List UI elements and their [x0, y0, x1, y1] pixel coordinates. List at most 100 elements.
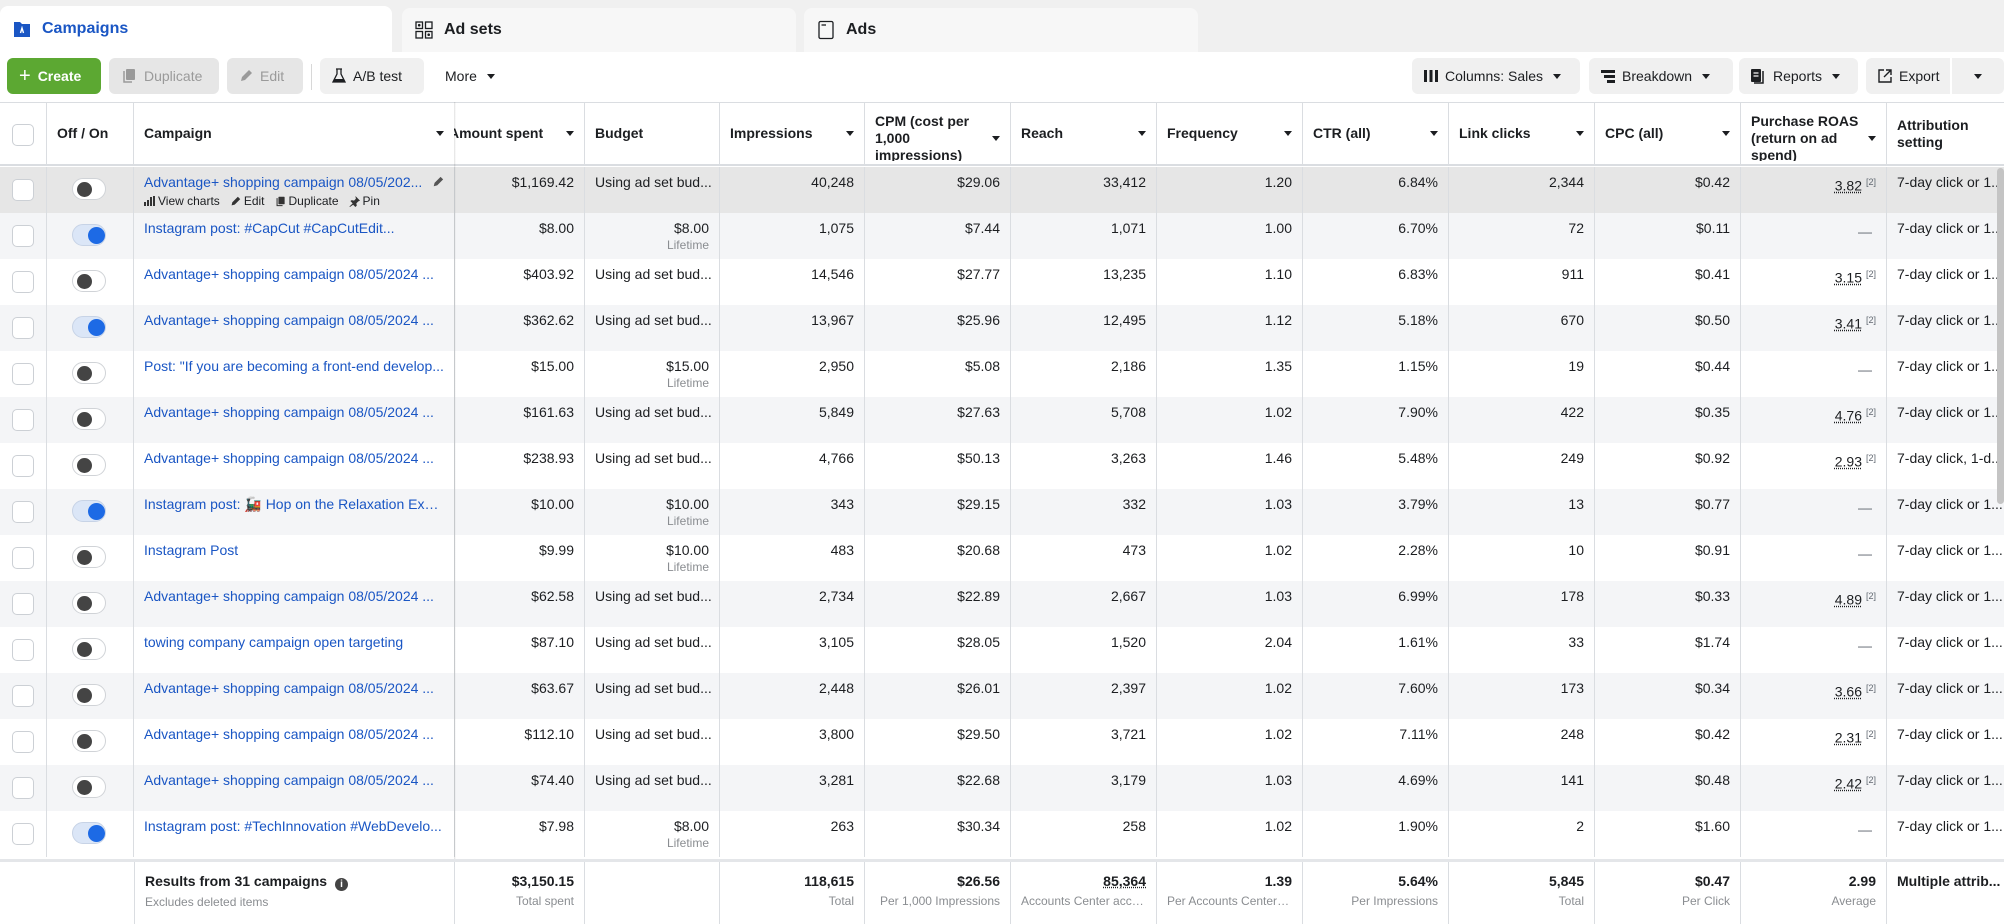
header-frequency[interactable]: Frequency	[1157, 103, 1303, 164]
info-icon[interactable]: i	[334, 878, 348, 891]
campaign-on-off-toggle[interactable]	[72, 592, 106, 614]
roas-value[interactable]: —	[1858, 224, 1872, 240]
campaign-name-link[interactable]: Advantage+ shopping campaign 08/05/202..…	[144, 173, 426, 191]
roas-value[interactable]: —	[1858, 362, 1872, 378]
campaign-name-link[interactable]: towing company campaign open targeting	[144, 633, 444, 651]
table-row[interactable]: Instagram post: 🚂 Hop on the Relaxation …	[0, 489, 2004, 535]
table-row[interactable]: Advantage+ shopping campaign 08/05/2024 …	[0, 259, 2004, 305]
roas-value[interactable]: 4.89	[1835, 592, 1862, 608]
header-reach[interactable]: Reach	[1011, 103, 1157, 164]
row-checkbox[interactable]	[12, 455, 34, 477]
campaign-name-link[interactable]: Advantage+ shopping campaign 08/05/2024 …	[144, 311, 444, 329]
ab-test-button[interactable]: A/B test	[320, 58, 424, 94]
campaign-name-link[interactable]: Advantage+ shopping campaign 08/05/2024 …	[144, 725, 444, 743]
table-row[interactable]: Post: "If you are becoming a front-end d…	[0, 351, 2004, 397]
edit-action[interactable]: Edit	[230, 192, 265, 210]
roas-value[interactable]: —	[1858, 546, 1872, 562]
campaign-name-link[interactable]: Advantage+ shopping campaign 08/05/2024 …	[144, 679, 444, 697]
header-budget[interactable]: Budget	[585, 103, 720, 164]
campaign-on-off-toggle[interactable]	[72, 684, 106, 706]
roas-value[interactable]: —	[1858, 500, 1872, 516]
campaign-name-link[interactable]: Instagram post: 🚂 Hop on the Relaxation …	[144, 495, 444, 513]
create-button[interactable]: + Create	[7, 58, 101, 94]
table-row[interactable]: Advantage+ shopping campaign 08/05/2024 …	[0, 765, 2004, 811]
campaign-on-off-toggle[interactable]	[72, 776, 106, 798]
edit-button[interactable]: Edit	[227, 58, 303, 94]
more-button[interactable]: More	[433, 58, 503, 94]
header-purchase-roas[interactable]: Purchase ROAS (return on ad spend)	[1741, 103, 1887, 164]
table-row[interactable]: Instagram post: #CapCut #CapCutEdit... V…	[0, 213, 2004, 259]
campaign-on-off-toggle[interactable]	[72, 316, 106, 338]
campaign-on-off-toggle[interactable]	[72, 224, 106, 246]
row-checkbox[interactable]	[12, 685, 34, 707]
row-checkbox[interactable]	[12, 501, 34, 523]
campaign-on-off-toggle[interactable]	[72, 546, 106, 568]
header-ctr[interactable]: CTR (all)	[1303, 103, 1449, 164]
roas-value[interactable]: 3.41	[1835, 316, 1862, 332]
roas-value[interactable]: 2.31	[1835, 730, 1862, 746]
campaign-name-link[interactable]: Advantage+ shopping campaign 08/05/2024 …	[144, 771, 444, 789]
tab-ads[interactable]: Ads	[804, 8, 1198, 52]
row-checkbox[interactable]	[12, 731, 34, 753]
campaign-on-off-toggle[interactable]	[72, 822, 106, 844]
campaign-on-off-toggle[interactable]	[72, 638, 106, 660]
breakdown-button[interactable]: Breakdown	[1589, 58, 1733, 94]
row-checkbox[interactable]	[12, 271, 34, 293]
row-checkbox[interactable]	[12, 363, 34, 385]
row-checkbox[interactable]	[12, 317, 34, 339]
campaign-name-link[interactable]: Advantage+ shopping campaign 08/05/2024 …	[144, 587, 444, 605]
row-checkbox[interactable]	[12, 225, 34, 247]
header-amount-spent[interactable]: Amount spent	[454, 103, 585, 164]
campaign-on-off-toggle[interactable]	[72, 362, 106, 384]
roas-value[interactable]: 2.42	[1835, 776, 1862, 792]
row-checkbox[interactable]	[12, 777, 34, 799]
campaign-on-off-toggle[interactable]	[72, 730, 106, 752]
export-button[interactable]: Export	[1866, 58, 1950, 94]
campaign-on-off-toggle[interactable]	[72, 500, 106, 522]
table-row[interactable]: Instagram Post View charts Edit Duplicat…	[0, 535, 2004, 581]
table-row[interactable]: Advantage+ shopping campaign 08/05/2024 …	[0, 443, 2004, 489]
campaign-name-link[interactable]: Instagram Post	[144, 541, 444, 559]
table-row[interactable]: Advantage+ shopping campaign 08/05/2024 …	[0, 305, 2004, 351]
reports-button[interactable]: Reports	[1739, 58, 1858, 94]
row-checkbox[interactable]	[12, 409, 34, 431]
rename-pencil-icon[interactable]	[432, 176, 444, 188]
table-row[interactable]: towing company campaign open targeting V…	[0, 627, 2004, 673]
header-cpm[interactable]: CPM (cost per 1,000 impressions)	[865, 103, 1011, 164]
row-checkbox[interactable]	[12, 179, 34, 201]
campaign-on-off-toggle[interactable]	[72, 454, 106, 476]
roas-value[interactable]: 3.15	[1835, 270, 1862, 286]
table-row[interactable]: Advantage+ shopping campaign 08/05/2024 …	[0, 673, 2004, 719]
select-all-checkbox[interactable]	[12, 124, 34, 146]
campaign-name-link[interactable]: Instagram post: #CapCut #CapCutEdit...	[144, 219, 444, 237]
header-campaign[interactable]: Campaign	[134, 103, 454, 164]
roas-value[interactable]: —	[1858, 638, 1872, 654]
campaign-on-off-toggle[interactable]	[72, 408, 106, 430]
campaign-name-link[interactable]: Post: "If you are becoming a front-end d…	[144, 357, 444, 375]
campaign-on-off-toggle[interactable]	[72, 178, 106, 200]
roas-value[interactable]: 4.76	[1835, 408, 1862, 424]
row-checkbox[interactable]	[12, 547, 34, 569]
table-row[interactable]: Advantage+ shopping campaign 08/05/2024 …	[0, 719, 2004, 765]
row-checkbox[interactable]	[12, 593, 34, 615]
total-value[interactable]: 85,364	[1103, 873, 1146, 889]
table-row[interactable]: Instagram post: #TechInnovation #WebDeve…	[0, 811, 2004, 857]
duplicate-button[interactable]: Duplicate	[109, 58, 219, 94]
tab-ad-sets[interactable]: Ad sets	[402, 8, 796, 52]
roas-value[interactable]: 3.82	[1835, 178, 1862, 194]
table-row[interactable]: Advantage+ shopping campaign 08/05/2024 …	[0, 397, 2004, 443]
row-checkbox[interactable]	[12, 639, 34, 661]
row-checkbox[interactable]	[12, 823, 34, 845]
header-attribution[interactable]: Attribution setting	[1887, 103, 2004, 164]
vertical-scrollbar[interactable]	[1997, 168, 2004, 504]
pin-action[interactable]: Pin	[348, 192, 380, 210]
view-charts-action[interactable]: View charts	[144, 192, 220, 210]
campaign-name-link[interactable]: Instagram post: #TechInnovation #WebDeve…	[144, 817, 444, 835]
campaign-on-off-toggle[interactable]	[72, 270, 106, 292]
columns-button[interactable]: Columns: Sales	[1412, 58, 1580, 94]
roas-value[interactable]: 3.66	[1835, 684, 1862, 700]
header-link-clicks[interactable]: Link clicks	[1449, 103, 1595, 164]
export-options-button[interactable]	[1952, 58, 2004, 94]
campaign-name-link[interactable]: Advantage+ shopping campaign 08/05/2024 …	[144, 265, 444, 283]
campaign-name-link[interactable]: Advantage+ shopping campaign 08/05/2024 …	[144, 449, 444, 467]
